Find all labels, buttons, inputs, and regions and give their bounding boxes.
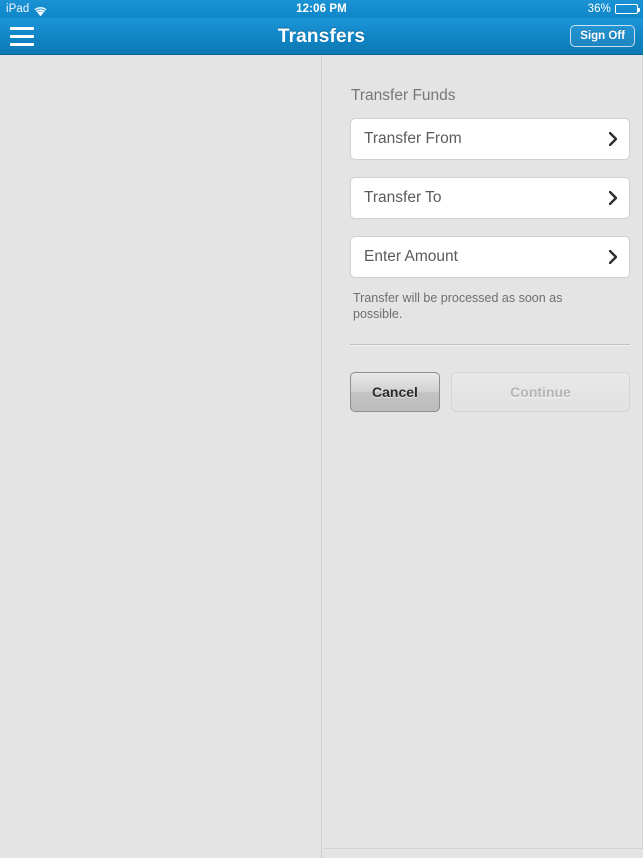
chevron-right-icon <box>608 249 618 265</box>
enter-amount-row[interactable]: Enter Amount <box>350 236 630 278</box>
transfer-from-row[interactable]: Transfer From <box>350 118 630 160</box>
continue-button[interactable]: Continue <box>451 372 630 412</box>
enter-amount-label: Enter Amount <box>364 248 458 265</box>
transfer-to-label: Transfer To <box>364 189 442 206</box>
section-divider <box>350 344 630 346</box>
ios-status-bar: iPad 12:06 PM 36% <box>0 0 643 18</box>
status-bar-clock: 12:06 PM <box>296 3 347 15</box>
transfer-to-row[interactable]: Transfer To <box>350 177 630 219</box>
right-pane: Transfer Funds Transfer From Transfer To <box>323 56 643 858</box>
cancel-button[interactable]: Cancel <box>350 372 440 412</box>
battery-icon <box>615 4 640 14</box>
status-bar-right: 36% <box>587 0 640 18</box>
transfer-from-label: Transfer From <box>364 130 462 147</box>
chevron-right-icon <box>608 131 618 147</box>
navigation-bar: Transfers Sign Off <box>0 18 643 55</box>
chevron-right-icon <box>608 190 618 206</box>
sign-off-button[interactable]: Sign Off <box>570 25 635 47</box>
left-empty-pane <box>0 56 322 858</box>
transfer-funds-panel: Transfer Funds Transfer From Transfer To <box>323 56 643 849</box>
transfer-helper-text: Transfer will be processed as soon as po… <box>353 291 563 321</box>
battery-percentage-label: 36% <box>587 3 611 15</box>
app-screen: iPad 12:06 PM 36% Transfers Sign Off Tra… <box>0 0 643 858</box>
content-area: Transfer Funds Transfer From Transfer To <box>0 56 643 858</box>
page-title: Transfers <box>277 26 366 47</box>
section-title-transfer-funds: Transfer Funds <box>351 87 456 104</box>
